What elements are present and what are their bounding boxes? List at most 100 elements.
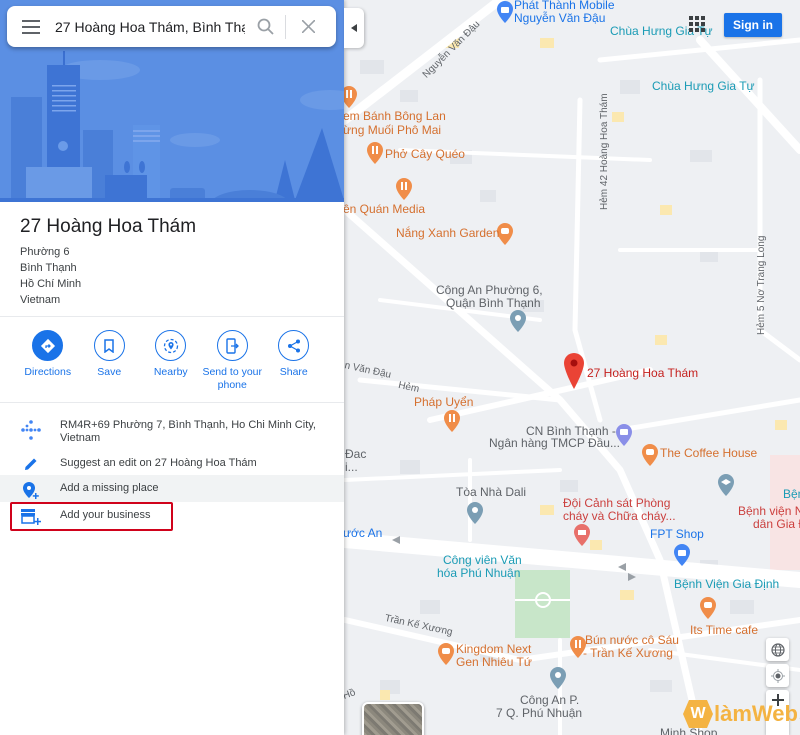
caret-left-icon — [351, 24, 357, 32]
poi-label[interactable]: The Coffee House — [660, 446, 757, 460]
poi-label[interactable]: Chùa Hưng Gia Tự — [652, 79, 755, 93]
hamburger-menu-icon — [22, 19, 40, 34]
poi-label[interactable]: Kingdom Next — [456, 642, 531, 656]
poi-label[interactable]: Tòa Nhà Dali — [456, 485, 526, 499]
search-button[interactable] — [245, 6, 285, 47]
poi-label[interactable]: cháy và Chữa cháy... — [563, 509, 676, 523]
share-icon — [287, 339, 300, 352]
divider — [0, 316, 344, 317]
address-line: Vietnam — [20, 294, 61, 306]
plus-code-icon — [21, 420, 41, 440]
poi-label[interactable]: Công An P. — [520, 693, 579, 707]
poi-label[interactable]: Phở Cây Quéo — [385, 147, 465, 161]
directions-label: Directions — [24, 366, 72, 378]
poi-label[interactable]: ừng Muối Phô Mai — [343, 123, 441, 137]
poi-label[interactable]: ước An — [343, 526, 382, 540]
poi-label[interactable]: Bún nước cô Sáu — [585, 633, 679, 647]
directions-button[interactable]: Directions — [17, 330, 79, 392]
suggest-edit-row[interactable]: Suggest an edit on 27 Hoàng Hoa Thám — [0, 452, 344, 475]
poi-label[interactable]: FPT Shop — [650, 527, 704, 541]
poi-label[interactable]: Đội Cảnh sát Phòng — [563, 496, 670, 510]
search-input[interactable] — [55, 18, 245, 35]
poi-label[interactable]: dân Gia Đ — [753, 517, 800, 531]
save-label: Save — [97, 366, 122, 378]
address-line: Bình Thạnh — [20, 262, 77, 274]
my-location-button[interactable] — [766, 664, 789, 687]
add-missing-place-row[interactable]: Add a missing place — [0, 475, 344, 502]
poi-label[interactable]: Công viên Văn — [443, 553, 522, 567]
restaurant-poi-icon[interactable] — [366, 142, 384, 164]
road-label: Hẻm 42 Hoàng Hoa Thám — [599, 93, 610, 210]
poi-label[interactable]: Bệnh viện N — [738, 504, 800, 518]
poi-label[interactable]: em Bánh Bông Lan — [343, 109, 446, 123]
place-side-panel: 27 Hoàng Hoa Thám Phường 6 Bình Thạnh Hồ… — [0, 0, 344, 735]
nearby-button[interactable]: Nearby — [140, 330, 202, 392]
collapse-panel-button[interactable] — [344, 8, 364, 48]
restaurant-poi-icon[interactable] — [443, 410, 461, 432]
apps-grid-icon[interactable] — [689, 16, 705, 32]
share-button[interactable]: Share — [263, 330, 325, 392]
police-poi-icon[interactable] — [549, 667, 567, 689]
road-label: Hẻm 5 Nơ Trang Long — [756, 235, 767, 335]
bookmark-icon — [104, 338, 114, 353]
cafe-poi-icon[interactable] — [699, 597, 717, 619]
poi-label[interactable]: Nguyễn Văn Đậu — [514, 11, 605, 25]
poi-label[interactable]: - Trần Kế Xương — [583, 646, 673, 660]
pin-label: 27 Hoàng Hoa Thám — [587, 366, 699, 380]
poi-label[interactable]: Quận Bình Thạnh — [446, 296, 541, 310]
clear-search-button[interactable] — [286, 6, 330, 47]
sign-in-button[interactable]: Sign in — [724, 13, 782, 37]
poi-label[interactable]: Bệnh Viện Gia Định — [674, 577, 779, 591]
fire-station-poi-icon[interactable] — [573, 524, 591, 546]
poi-label[interactable]: Gen Nhiêu Tứ — [456, 655, 532, 669]
poi-label[interactable]: Công An Phường 6, — [436, 283, 543, 297]
police-poi-icon[interactable] — [509, 310, 527, 332]
poi-label[interactable]: Its Time cafe — [690, 623, 758, 637]
add-place-icon — [23, 482, 39, 499]
suggest-edit-text: Suggest an edit on 27 Hoàng Hoa Thám — [60, 457, 257, 469]
nearby-icon — [163, 338, 178, 353]
poi-label[interactable]: Đac — [345, 447, 366, 461]
close-icon — [301, 20, 315, 33]
place-title: 27 Hoàng Hoa Thám — [20, 216, 197, 237]
cafe-poi-icon[interactable] — [437, 643, 455, 665]
shopping-bag-poi-icon[interactable] — [673, 544, 691, 566]
my-location-icon — [770, 668, 785, 683]
cafe-poi-icon[interactable] — [641, 444, 659, 466]
shopping-bag-poi-icon[interactable] — [496, 1, 514, 23]
poi-label[interactable]: Nắng Xanh Garden — [396, 226, 499, 240]
plus-code-text: RM4R+69 Phường 7, Bình Thạnh, Ho Chi Min… — [60, 419, 316, 444]
watermark-brand: làmWeb — [714, 701, 798, 726]
place-header: 27 Hoàng Hoa Thám Phường 6 Bình Thạnh Hồ… — [20, 216, 196, 308]
poi-label[interactable]: hóa Phú Nhuận — [437, 566, 520, 580]
address-line: Phường 6 — [20, 246, 70, 258]
watermark-logo-icon: W — [683, 700, 713, 728]
poi-label[interactable]: i... — [345, 460, 358, 474]
address-line: Hồ Chí Minh — [20, 278, 82, 290]
poi-label[interactable]: Bện — [783, 487, 800, 501]
directions-icon — [40, 338, 55, 353]
send-to-phone-button[interactable]: Send to your phone — [202, 330, 264, 392]
poi-label[interactable]: Pháp Uyển — [414, 395, 473, 409]
share-label: Share — [279, 366, 308, 378]
pencil-icon — [25, 458, 37, 470]
annotation-highlight-box — [10, 502, 173, 531]
add-missing-place-text: Add a missing place — [60, 482, 159, 494]
save-button[interactable]: Save — [79, 330, 141, 392]
plus-code-row[interactable]: RM4R+69 Phường 7, Bình Thạnh, Ho Chi Min… — [0, 414, 344, 452]
satellite-layer-toggle[interactable] — [362, 702, 424, 735]
school-poi-icon[interactable] — [717, 474, 735, 496]
poi-label[interactable]: Ngân hàng TMCP Đầu... — [489, 436, 620, 450]
divider — [0, 402, 344, 403]
building-poi-icon[interactable] — [466, 502, 484, 524]
poi-label[interactable]: ên Quán Media — [343, 202, 425, 216]
location-pin-icon[interactable] — [564, 353, 584, 389]
nearby-label: Nearby — [153, 366, 188, 378]
menu-button[interactable] — [7, 6, 55, 47]
globe-view-button[interactable] — [766, 638, 789, 661]
search-box — [7, 6, 336, 47]
restaurant-poi-icon[interactable] — [395, 178, 413, 200]
send-to-phone-icon — [226, 337, 240, 354]
watermark: W làmWeb .net — [683, 700, 800, 728]
poi-label[interactable]: 7 Q. Phú Nhuận — [496, 706, 582, 720]
